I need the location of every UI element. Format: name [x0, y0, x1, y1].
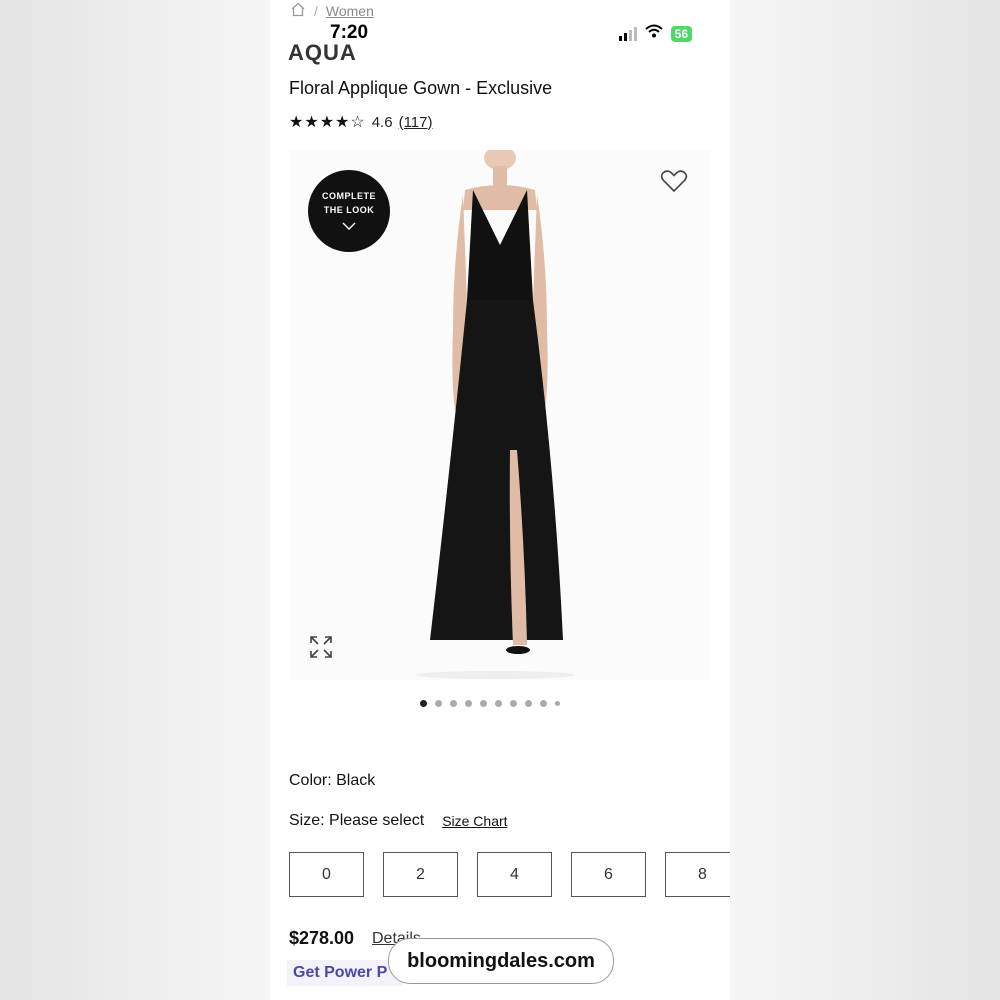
background-right	[730, 0, 1000, 1000]
phone-screen: / Women 7:20 56 AQUA Floral Applique Gow…	[270, 0, 730, 1000]
rating-stars-icon: ★★★★☆	[289, 114, 366, 131]
complete-look-line2: THE LOOK	[323, 205, 375, 215]
battery-icon: 56	[670, 25, 692, 42]
price: $278.00	[289, 928, 355, 948]
product-image	[415, 150, 575, 679]
wifi-icon	[644, 24, 663, 43]
complete-the-look-button[interactable]: COMPLETE THE LOOK	[308, 170, 390, 252]
site-watermark: bloomingdales.com	[388, 938, 614, 984]
breadcrumb-women-link[interactable]: Women	[326, 3, 374, 19]
heart-icon[interactable]	[660, 168, 688, 194]
size-option-4[interactable]: 4	[477, 852, 552, 897]
breadcrumb: / Women	[290, 2, 374, 20]
size-option-0[interactable]: 0	[289, 852, 364, 897]
rating-row[interactable]: ★★★★☆ 4.6 (117)	[289, 112, 432, 132]
signal-icon	[618, 26, 637, 41]
home-icon[interactable]	[290, 2, 306, 20]
chevron-down-icon	[342, 219, 356, 233]
product-image-gallery[interactable]: COMPLETE THE LOOK	[290, 150, 710, 680]
rating-count-link[interactable]: (117)	[399, 114, 433, 131]
breadcrumb-separator: /	[314, 3, 318, 19]
size-option-2[interactable]: 2	[383, 852, 458, 897]
brand-name[interactable]: AQUA	[288, 40, 357, 66]
size-option-6[interactable]: 6	[571, 852, 646, 897]
size-row: Size: Please select Size Chart	[289, 812, 508, 830]
status-icons: 56	[618, 24, 692, 43]
size-chart-link[interactable]: Size Chart	[442, 813, 507, 829]
complete-look-line1: COMPLETE	[321, 191, 376, 201]
expand-icon[interactable]	[308, 634, 334, 660]
carousel-dots[interactable]	[420, 700, 560, 707]
product-title: Floral Applique Gown - Exclusive	[289, 78, 553, 98]
rating-value: 4.6	[371, 113, 393, 131]
size-option-8[interactable]: 8	[665, 852, 730, 897]
background-left	[0, 0, 270, 1000]
color-label: Color: Black	[289, 772, 376, 789]
size-label: Size: Please select	[289, 812, 425, 829]
power-promo-link[interactable]: Get Power P	[287, 960, 403, 986]
size-options: 0 2 4 6 8	[289, 852, 730, 897]
